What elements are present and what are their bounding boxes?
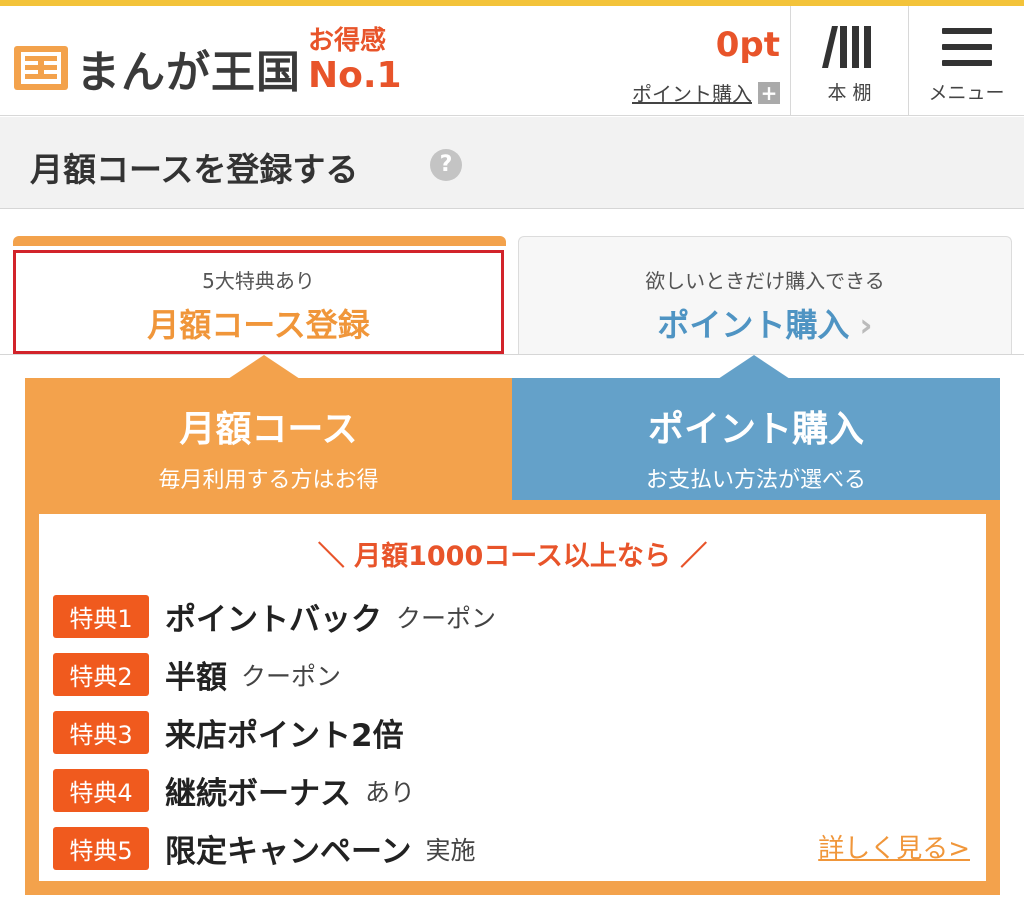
panel-monthly-subtitle: 毎月利用する方はお得 — [158, 468, 379, 493]
list-item: 特典5 限定キャンペーン 実施 — [53, 826, 475, 871]
panel-monthly-course[interactable]: 月額コース 毎月利用する方はお得 — [25, 378, 512, 500]
points-area: 0pt ポイント購入 + — [590, 28, 780, 107]
bookshelf-icon — [822, 26, 871, 68]
perk-note: 実施 — [425, 835, 476, 865]
list-item: 特典2 半額 クーポン — [53, 652, 341, 697]
tab-monthly-label: 月額コース登録 — [147, 306, 370, 344]
course-panels: 月額コース 毎月利用する方はお得 ポイント購入 お支払い方法が選べる — [25, 378, 1000, 500]
site-header: まんが王国 お得感 No.1 0pt ポイント購入 + 本 棚 メニュー — [0, 6, 1024, 116]
list-item: 特典1 ポイントバック クーポン — [53, 594, 496, 639]
site-logo[interactable]: まんが王国 — [12, 36, 301, 100]
menu-button[interactable]: メニュー — [908, 6, 1024, 116]
no1-badge: お得感 No.1 — [308, 28, 402, 94]
benefits-frame: ＼ 月額1000コース以上なら ／ 特典1 ポイントバック クーポン 特典2 半… — [25, 500, 1000, 895]
badge-line1: お得感 — [308, 26, 387, 56]
bookshelf-button[interactable]: 本 棚 — [790, 6, 908, 116]
benefits-heading: ＼ 月額1000コース以上なら ／ — [317, 541, 708, 572]
perk-name: 限定キャンペーン — [165, 834, 412, 870]
panel-monthly-title: 月額コース — [179, 409, 358, 450]
tab-point-label-row: ポイント購入 › — [519, 300, 1011, 346]
perk-name: ポイントバック — [165, 602, 382, 638]
panel-point-subtitle: お支払い方法が選べる — [645, 468, 866, 493]
plus-icon[interactable]: + — [758, 81, 780, 104]
tab-point-purchase[interactable]: 欲しいときだけ購入できる ポイント購入 › — [518, 236, 1012, 354]
panel-point-purchase[interactable]: ポイント購入 お支払い方法が選べる — [512, 378, 1000, 500]
badge-line2: No.1 — [308, 55, 402, 96]
list-item: 特典4 継続ボーナス あり — [53, 768, 415, 813]
page-title-bar: 月額コースを登録する ? — [0, 117, 1024, 209]
bookshelf-label: 本 棚 — [827, 82, 872, 104]
perk-tag: 特典4 — [53, 769, 149, 812]
perk-tag: 特典2 — [53, 653, 149, 696]
help-icon[interactable]: ? — [430, 149, 462, 181]
tab-monthly-sub: 5大特典あり — [202, 269, 315, 293]
perk-name: 半額 — [165, 660, 227, 696]
tab-point-label: ポイント購入 — [657, 306, 850, 344]
page-title: 月額コースを登録する — [30, 150, 359, 189]
perk-tag: 特典5 — [53, 827, 149, 870]
hamburger-icon — [942, 28, 992, 68]
list-item: 特典3 来店ポイント2倍 — [53, 710, 418, 755]
menu-label: メニュー — [928, 82, 1005, 104]
points-balance: 0pt — [715, 25, 780, 65]
tab-point-sub: 欲しいときだけ購入できる — [645, 269, 885, 293]
perk-name: 来店ポイント2倍 — [165, 718, 404, 754]
caret-up-left — [228, 355, 300, 379]
perk-tag: 特典3 — [53, 711, 149, 754]
tab-area: 5大特典あり 月額コース登録 欲しいときだけ購入できる ポイント購入 › — [0, 210, 1024, 355]
caret-up-right — [718, 355, 790, 379]
perk-name: 継続ボーナス — [165, 776, 351, 812]
perk-tag: 特典1 — [53, 595, 149, 638]
perk-note: クーポン — [396, 603, 497, 633]
see-details-link[interactable]: 詳しく見る> — [818, 828, 970, 865]
logo-mark-icon — [14, 46, 68, 90]
panel-point-title: ポイント購入 — [647, 409, 864, 450]
benefits-box: ＼ 月額1000コース以上なら ／ 特典1 ポイントバック クーポン 特典2 半… — [39, 514, 986, 881]
tab-monthly-course[interactable]: 5大特典あり 月額コース登録 — [13, 250, 504, 354]
perk-note: クーポン — [241, 661, 342, 691]
buy-points-row: ポイント購入 + — [590, 78, 780, 107]
buy-points-link[interactable]: ポイント購入 — [632, 78, 752, 107]
perk-note: あり — [365, 777, 416, 807]
chevron-right-icon: › — [859, 306, 873, 344]
logo-text: まんが王国 — [76, 47, 301, 98]
